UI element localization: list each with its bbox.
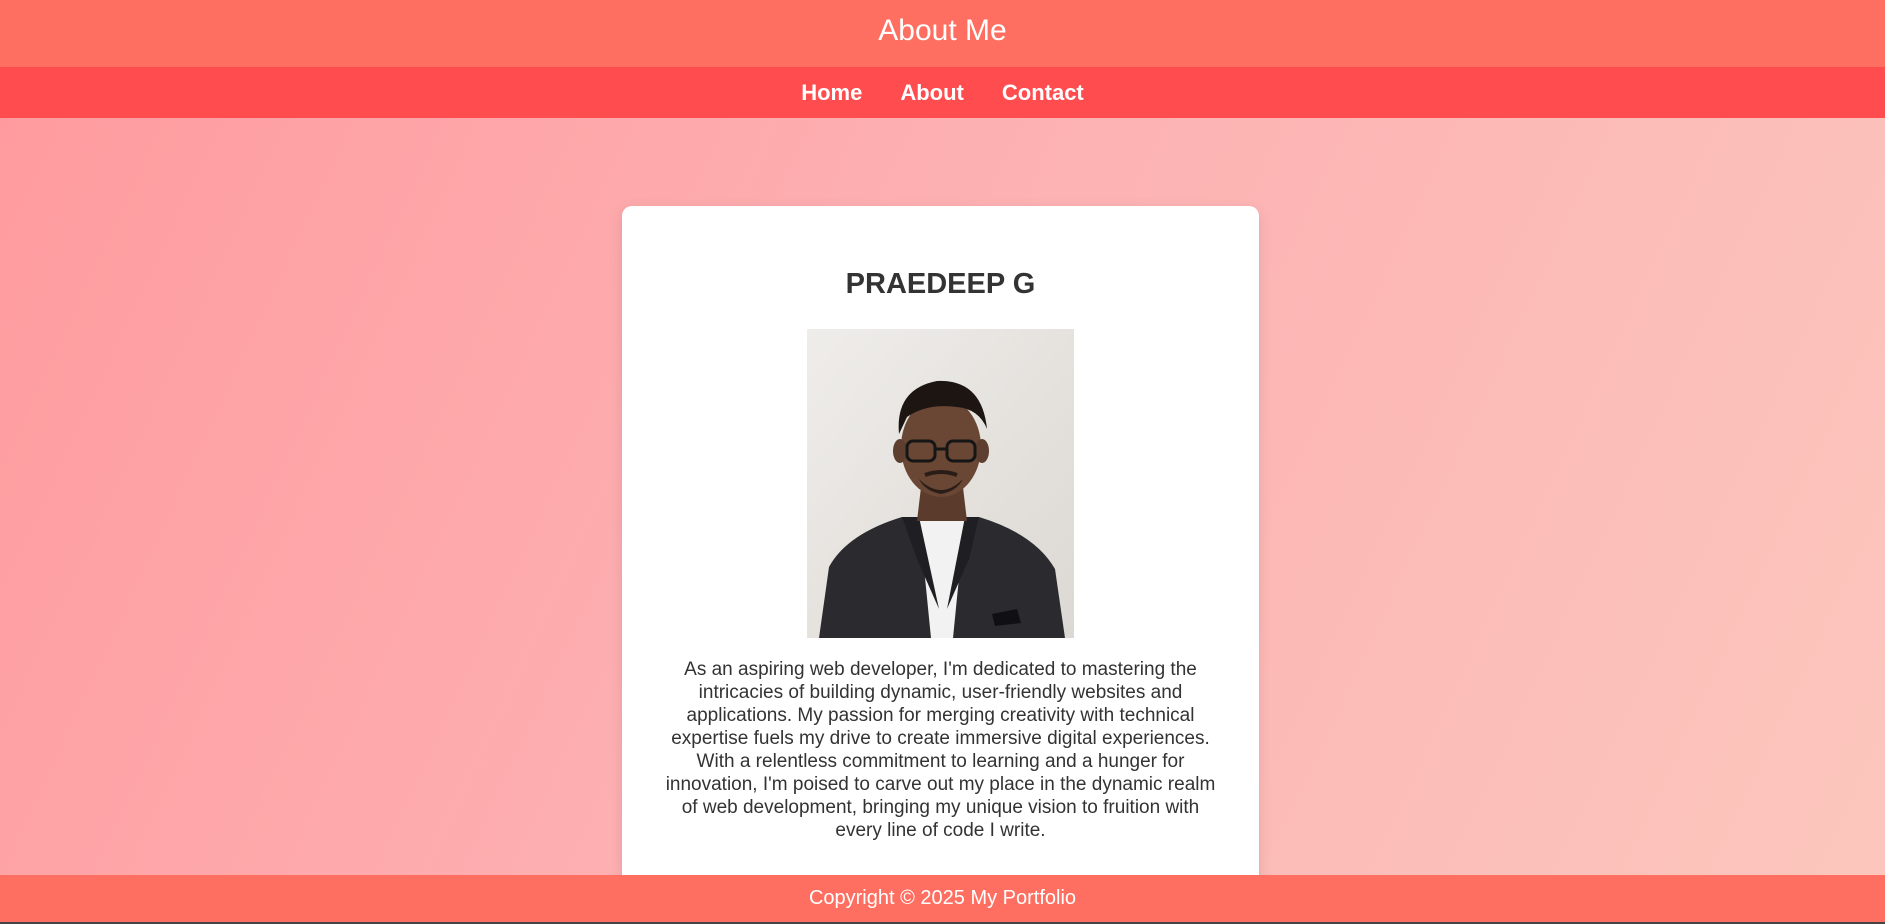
nav-link-contact[interactable]: Contact: [1002, 80, 1084, 106]
profile-photo-illustration: [807, 329, 1074, 638]
main-nav: Home About Contact: [0, 67, 1885, 118]
page-title: About Me: [878, 13, 1007, 47]
profile-bio: As an aspiring web developer, I'm dedica…: [665, 659, 1216, 841]
copyright-text: Copyright © 2025 My Portfolio: [808, 887, 1077, 909]
site-header: About Me: [0, 0, 1885, 67]
profile-card: PRAEDEEP G As an aspiring web developer,…: [622, 206, 1259, 896]
nav-link-home[interactable]: Home: [801, 80, 862, 106]
site-footer: Copyright © 2025 My Portfolio: [0, 875, 1885, 922]
nav-link-about[interactable]: About: [900, 80, 964, 106]
profile-name: PRAEDEEP G: [845, 268, 1036, 300]
profile-photo: [807, 329, 1074, 638]
